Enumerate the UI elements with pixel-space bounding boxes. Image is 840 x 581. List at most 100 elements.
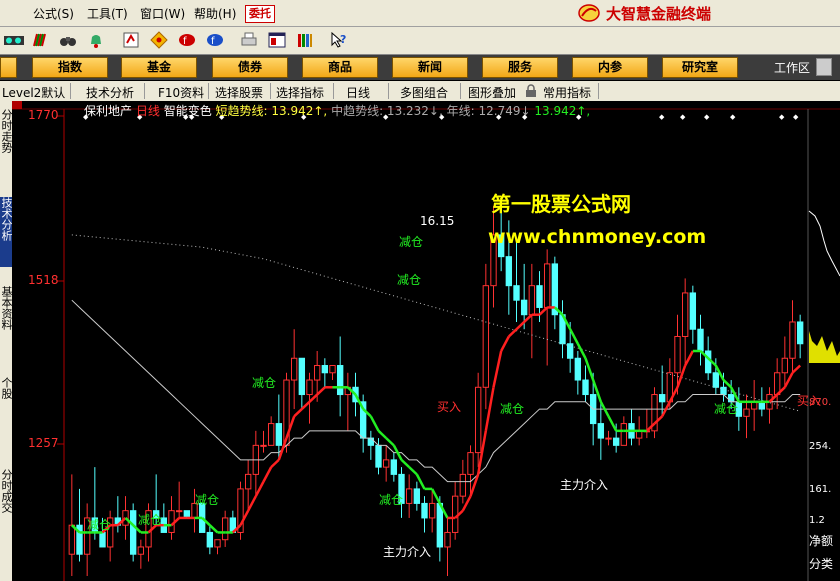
sub-pick-stock[interactable]: 选择股票: [215, 84, 263, 101]
nav-bar: 指数 基金 债券 商品 新闻 服务 内参 研究室 工作区: [0, 55, 840, 80]
annotation-reduce: 减仓: [195, 493, 220, 507]
stock-pick-icon[interactable]: [122, 31, 140, 49]
svg-text:◆: ◆: [704, 113, 710, 121]
divider: [388, 83, 389, 99]
period-label: 日线: [135, 104, 160, 118]
sub-overlay[interactable]: 图形叠加: [468, 84, 516, 101]
books-icon[interactable]: [296, 31, 314, 49]
divider: [208, 83, 209, 99]
svg-text:◆: ◆: [659, 113, 665, 121]
menu-tools[interactable]: 工具(T): [87, 5, 128, 22]
menu-bar: 公式(S) 工具(T) 窗口(W) 帮助(H) 委托 大智慧金融终端: [0, 0, 840, 27]
candle: [482, 263, 490, 410]
annotation-buy: 买入: [797, 394, 822, 408]
mid-trend-value: 中趋势线: 13.232↓,: [331, 104, 443, 118]
svg-text:f: f: [211, 36, 215, 47]
annotation-main-force: 主力介入: [383, 545, 432, 559]
nav-insider-button[interactable]: 内参: [572, 57, 648, 78]
svg-text:◆: ◆: [779, 113, 785, 121]
alarm-icon[interactable]: [87, 31, 105, 49]
nav-edge-left: [0, 57, 17, 78]
entrust-button[interactable]: 委托: [245, 5, 275, 23]
svg-text:◆: ◆: [793, 113, 799, 121]
menu-help[interactable]: 帮助(H): [194, 5, 236, 22]
tab-intraday-trades[interactable]: 分时成交: [0, 469, 13, 513]
sub-pick-indicator[interactable]: 选择指标: [276, 84, 324, 101]
lock-icon[interactable]: [524, 84, 538, 98]
bars-icon[interactable]: [31, 31, 49, 49]
brand-logo-icon: [578, 4, 600, 22]
workspace-label[interactable]: 工作区: [774, 59, 810, 76]
right-label-net[interactable]: 净额: [809, 532, 833, 549]
tab-stock[interactable]: 个股: [0, 377, 13, 399]
nav-news-button[interactable]: 新闻: [392, 57, 468, 78]
nav-research-button[interactable]: 研究室: [662, 57, 738, 78]
right-label-3: 161.: [809, 484, 832, 495]
divider: [333, 83, 334, 99]
nav-service-button[interactable]: 服务: [482, 57, 558, 78]
divider: [144, 83, 145, 99]
annotation-reduce: 减仓: [397, 273, 422, 287]
year-line-value: 年线: 12.749↓: [446, 104, 531, 118]
annotation-reduce: 减仓: [399, 235, 424, 249]
divider: [70, 83, 71, 99]
chart-info-line: 保利地产 日线 智能变色 短趋势线: 13.942↑, 中趋势线: 13.232…: [84, 102, 590, 119]
nav-bond-button[interactable]: 债券: [212, 57, 288, 78]
sub-daily[interactable]: 日线: [346, 84, 370, 101]
svg-text:f: f: [183, 36, 187, 47]
sub-level2-default[interactable]: Level2默认: [2, 84, 65, 101]
extra-value: 13.942↑,: [534, 104, 591, 118]
window-icon[interactable]: [268, 31, 286, 49]
candle: [129, 503, 137, 562]
annotation-reduce: 减仓: [714, 402, 739, 416]
candle: [651, 387, 658, 439]
divider: [460, 83, 461, 99]
svg-text:◆: ◆: [730, 113, 736, 121]
print-icon[interactable]: [240, 31, 258, 49]
sub-multi-chart[interactable]: 多图组合: [400, 84, 448, 101]
right-label-2: 254.: [809, 441, 832, 452]
tab-intraday[interactable]: 分时走势: [0, 109, 13, 153]
divider: [598, 83, 599, 99]
annotation-main-force: 主力介入: [560, 478, 609, 492]
annotation-reduce: 减仓: [252, 376, 277, 390]
workspace-dropdown-icon[interactable]: [816, 58, 832, 76]
price-label-mid: 1518: [28, 273, 59, 287]
help-icon[interactable]: ?: [330, 31, 348, 49]
quote-icon[interactable]: [3, 31, 25, 49]
candle: [474, 372, 482, 468]
sub-toolbar: Level2默认 技术分析 F10资料 选择股票 选择指标 日线 多图组合 图形…: [0, 81, 840, 102]
right-label-4: 1.2: [809, 515, 825, 526]
nav-index-button[interactable]: 指数: [32, 57, 108, 78]
menu-window[interactable]: 窗口(W): [140, 5, 185, 22]
diamond-icon[interactable]: [150, 31, 168, 49]
annotation-buy: 买入: [437, 400, 462, 414]
tab-basic-info[interactable]: 基本资料: [0, 286, 13, 330]
formula-blue-icon[interactable]: f: [206, 31, 224, 49]
peak-annotation: 16.15: [420, 214, 455, 228]
binoculars-icon[interactable]: [59, 31, 77, 49]
menu-formula[interactable]: 公式(S): [33, 5, 74, 22]
svg-text:?: ?: [340, 33, 346, 46]
sub-f10[interactable]: F10资料: [158, 84, 204, 101]
stock-name[interactable]: 保利地产: [84, 104, 132, 118]
tab-tech-analysis[interactable]: 技术分析: [0, 197, 13, 267]
formula-red-icon[interactable]: f: [178, 31, 196, 49]
indicator-name[interactable]: 智能变色: [164, 104, 212, 118]
annotation-reduce: 减仓: [379, 493, 404, 507]
sub-common-indicators[interactable]: 常用指标: [543, 84, 591, 101]
sub-tech-analysis[interactable]: 技术分析: [86, 84, 134, 101]
right-label-category[interactable]: 分类: [809, 555, 833, 572]
short-trend-value: 短趋势线: 13.942↑,: [215, 104, 328, 118]
annotation-reduce: 减仓: [138, 513, 163, 527]
nav-commodity-button[interactable]: 商品: [302, 57, 378, 78]
price-label-top: 1770: [28, 108, 59, 122]
divider: [270, 83, 271, 99]
k-line-chart[interactable]: ◆ ◆ ◆ ◆ ◆ ◆ ◆ ◆ ◆ ◆ ◆ ◆ ◆ ◆ ◆ ◆ ◆: [12, 101, 840, 581]
nav-fund-button[interactable]: 基金: [121, 57, 197, 78]
price-label-low: 1257: [28, 436, 59, 450]
svg-text:◆: ◆: [680, 113, 686, 121]
toolbar: f f ?: [0, 27, 840, 55]
watermark-url: www.chnmoney.com: [488, 226, 707, 248]
annotation-reduce: 减仓: [500, 402, 525, 416]
